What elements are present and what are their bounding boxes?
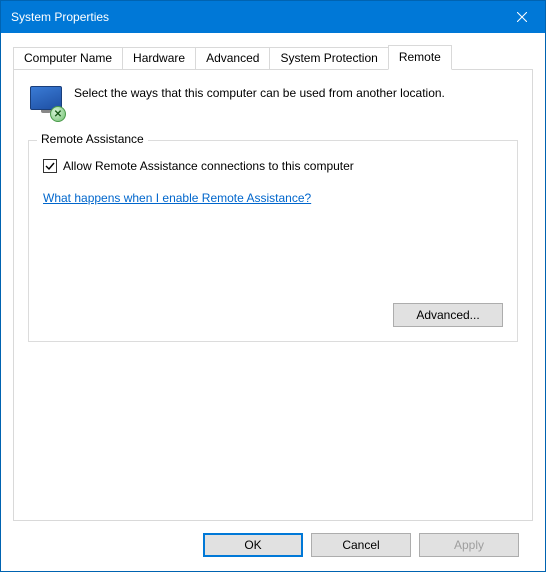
tab-system-protection[interactable]: System Protection [269,47,388,69]
allow-remote-assistance-row: Allow Remote Assistance connections to t… [43,159,503,173]
group-title: Remote Assistance [37,132,148,146]
dialog-button-row: OK Cancel Apply [13,521,533,571]
system-properties-window: System Properties Computer Name Hardware… [0,0,546,572]
intro-row: ✕ Select the ways that this computer can… [28,84,518,120]
tab-panel-remote: ✕ Select the ways that this computer can… [13,69,533,521]
advanced-button[interactable]: Advanced... [393,303,503,327]
tab-remote[interactable]: Remote [388,45,452,70]
titlebar: System Properties [1,1,545,33]
tab-strip: Computer Name Hardware Advanced System P… [13,45,533,70]
window-title: System Properties [11,10,499,24]
close-icon [517,12,527,22]
tab-hardware[interactable]: Hardware [122,47,196,69]
checkmark-icon [45,161,55,171]
allow-remote-assistance-checkbox[interactable] [43,159,57,173]
cancel-button[interactable]: Cancel [311,533,411,557]
close-button[interactable] [499,1,545,33]
ok-button[interactable]: OK [203,533,303,557]
remote-computer-icon: ✕ [28,84,64,120]
dialog-body: Computer Name Hardware Advanced System P… [1,33,545,571]
group-footer: Advanced... [393,303,503,327]
apply-button[interactable]: Apply [419,533,519,557]
remote-assistance-help-link[interactable]: What happens when I enable Remote Assist… [43,191,311,205]
remote-assistance-group: Remote Assistance Allow Remote Assistanc… [28,140,518,342]
tab-advanced[interactable]: Advanced [195,47,270,69]
tab-computer-name[interactable]: Computer Name [13,47,123,69]
allow-remote-assistance-label[interactable]: Allow Remote Assistance connections to t… [63,159,354,173]
intro-text: Select the ways that this computer can b… [74,84,445,101]
